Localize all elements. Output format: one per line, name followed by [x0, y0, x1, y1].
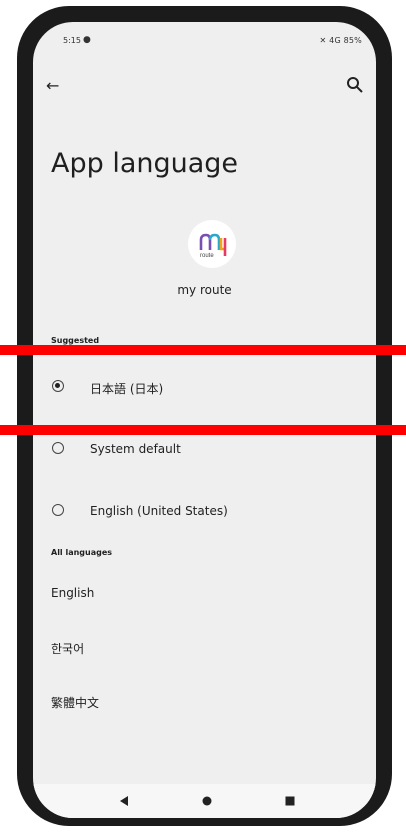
home-nav-icon[interactable]	[202, 796, 212, 806]
mute-icon: ✕	[319, 36, 327, 45]
radio-unselected-icon[interactable]	[52, 442, 64, 454]
app-logo-text: route	[200, 253, 214, 259]
language-item-english[interactable]: English	[51, 586, 94, 600]
language-item-traditional-chinese[interactable]: 繁體中文	[51, 694, 99, 711]
radio-selected-icon[interactable]	[52, 380, 64, 392]
screen: 5:15 ● ✕ 4G 85% ← App language route my …	[33, 22, 376, 818]
status-right: ✕ 4G 85%	[320, 36, 362, 45]
highlight-line-bottom	[0, 425, 406, 435]
language-label: System default	[90, 442, 181, 456]
status-time: 5:15	[63, 36, 81, 45]
app-icon: route	[188, 220, 236, 268]
language-label: 日本語 (日本)	[90, 382, 164, 396]
status-bar: 5:15 ● ✕ 4G 85%	[33, 35, 376, 50]
back-arrow-icon[interactable]: ←	[46, 76, 59, 95]
section-suggested: Suggested	[51, 336, 100, 345]
highlight-line-top	[0, 345, 406, 355]
language-item-korean[interactable]: 한국어	[51, 640, 84, 657]
network-text: 4G 85%	[329, 36, 362, 45]
section-all-languages: All languages	[51, 548, 113, 557]
app-name: my route	[177, 283, 232, 297]
top-app-bar: ←	[33, 76, 376, 100]
back-nav-icon[interactable]	[119, 796, 129, 806]
message-notification-icon: ●	[83, 35, 91, 45]
navigation-bar	[33, 784, 376, 818]
radio-unselected-icon[interactable]	[52, 504, 64, 516]
page-title: App language	[51, 148, 239, 179]
language-option-japanese[interactable]: 日本語 (日本)	[33, 366, 376, 406]
language-option-english-us[interactable]: English (United States)	[33, 490, 376, 530]
language-label: English (United States)	[90, 504, 228, 518]
search-icon[interactable]	[346, 76, 364, 94]
app-logo: route	[199, 233, 227, 259]
recents-nav-icon[interactable]	[285, 796, 295, 806]
